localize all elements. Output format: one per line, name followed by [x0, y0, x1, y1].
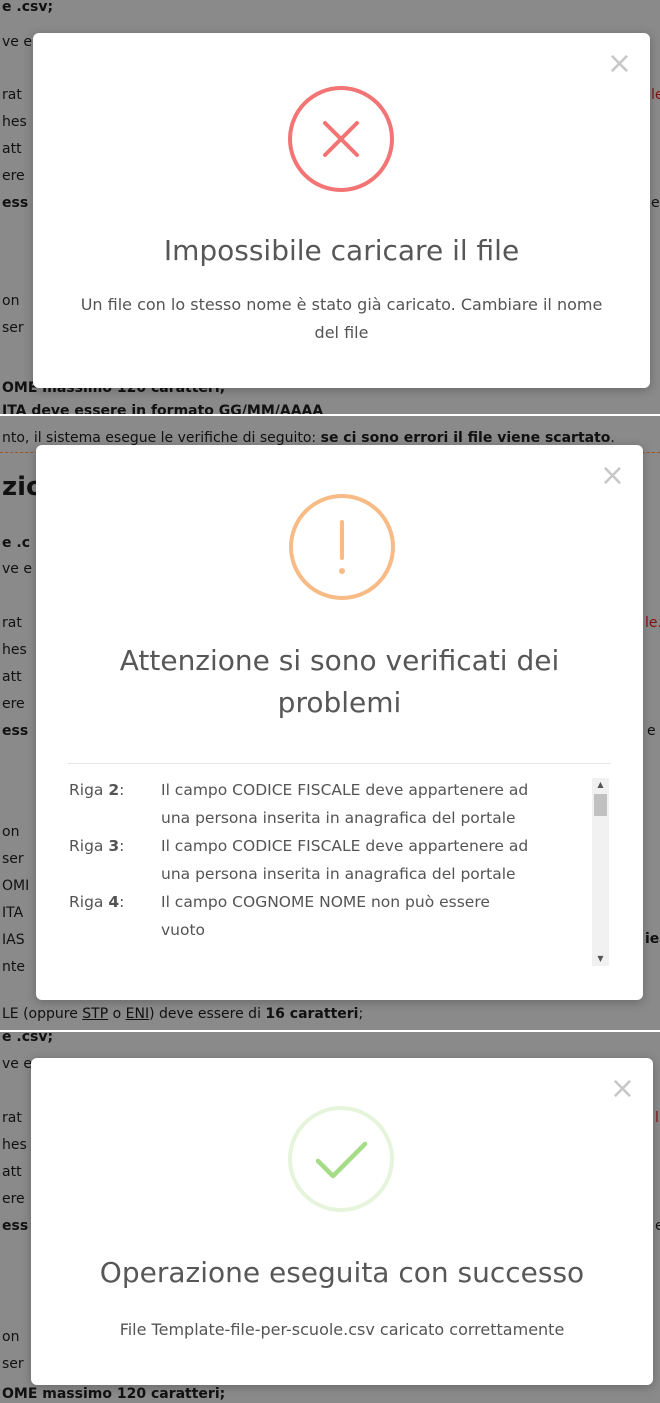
background-text: ess	[2, 195, 29, 211]
background-text: rat	[2, 615, 22, 631]
background-text: le	[651, 87, 660, 103]
background-text: att	[2, 141, 22, 157]
success-check-icon	[288, 1106, 394, 1212]
scroll-down-arrow-icon[interactable]: ▼	[592, 952, 609, 966]
background-text: ve e	[2, 1056, 32, 1072]
background-text: ie:	[645, 931, 660, 947]
error-x-icon	[288, 86, 394, 192]
background-text: ere	[2, 168, 25, 184]
background-text: IAS	[2, 932, 25, 948]
modal-message: Un file con lo stesso nome è stato già c…	[80, 295, 603, 342]
modal-message: File Template-file-per-scuole.csv carica…	[119, 1320, 565, 1339]
background-text: ITA deve essere in formato GG/MM/AAAA	[2, 403, 324, 414]
background-text: rat	[2, 1110, 22, 1126]
modal-title-line-2: problemi	[277, 686, 402, 719]
background-text: ser	[2, 851, 24, 867]
background-text: e .csv;	[2, 0, 54, 15]
background-text: ere	[2, 1191, 25, 1207]
warning-exclamation-icon	[289, 494, 395, 600]
background-text: on	[2, 1329, 20, 1345]
background-text: e	[655, 1218, 660, 1234]
scrollbar[interactable]: ▲ ▼	[592, 778, 609, 966]
error-message: Il campo COGNOME NOME non può essere vuot…	[161, 893, 490, 939]
background-text: OMI	[2, 878, 30, 894]
row-label: Riga 4:	[69, 893, 125, 911]
background-text: hes	[2, 642, 27, 658]
background-text: on	[2, 824, 20, 840]
background-text: l	[655, 1110, 659, 1126]
background-text: ser	[2, 1356, 24, 1372]
list-item: Riga 2: Il campo CODICE FISCALE deve app…	[69, 776, 614, 832]
row-label: Riga 2:	[69, 781, 125, 799]
success-modal: × Operazione eseguita con successo File …	[31, 1058, 653, 1385]
background-text: e	[651, 195, 660, 211]
error-message: Il campo CODICE FISCALE deve appartenere…	[161, 781, 529, 827]
scroll-thumb[interactable]	[594, 794, 607, 816]
close-button[interactable]: ×	[610, 1074, 635, 1104]
background-text: ve e	[2, 561, 32, 577]
background-text: ere	[2, 696, 25, 712]
list-item: Riga 3: Il campo CODICE FISCALE deve app…	[69, 832, 614, 888]
row-label: Riga 3:	[69, 837, 125, 855]
modal-title: Operazione eseguita con successo	[99, 1256, 585, 1289]
modal-title-line-1: Attenzione si sono verificati dei	[119, 644, 560, 677]
background-text: ess	[2, 723, 29, 739]
background-text: ITA	[2, 905, 24, 921]
background-text: ess	[2, 1218, 29, 1234]
close-button[interactable]: ×	[607, 49, 632, 79]
background-text: nte	[2, 959, 25, 975]
background-text: e	[647, 723, 656, 739]
background-text: ve e	[2, 34, 32, 50]
error-modal: × Impossibile caricare il file Un file c…	[33, 33, 650, 388]
background-text: OME massimo 120 caratteri;	[2, 1386, 226, 1402]
background-text: e .c	[2, 535, 30, 551]
list-item: Riga 4: Il campo COGNOME NOME non può es…	[69, 888, 614, 944]
error-message: Il campo CODICE FISCALE deve appartenere…	[161, 837, 529, 883]
scroll-up-arrow-icon[interactable]: ▲	[592, 778, 609, 792]
background-text: le.	[645, 615, 660, 631]
background-text: rat	[2, 87, 22, 103]
background-text: LE (oppure STP o ENI) deve essere di 16 …	[2, 1006, 364, 1022]
background-text: e .csv;	[2, 1032, 54, 1045]
background-text: on	[2, 293, 20, 309]
warning-modal: × Attenzione si sono verificati dei prob…	[36, 445, 643, 1000]
background-text: hes	[2, 1137, 27, 1153]
modal-title: Impossibile caricare il file	[163, 234, 520, 267]
close-button[interactable]: ×	[600, 461, 625, 491]
background-text: hes	[2, 114, 27, 130]
background-text: att	[2, 1164, 22, 1180]
background-text: ser	[2, 320, 24, 336]
background-text: att	[2, 669, 22, 685]
error-list[interactable]: Riga 2: Il campo CODICE FISCALE deve app…	[69, 776, 614, 967]
modal-separator	[68, 763, 611, 764]
